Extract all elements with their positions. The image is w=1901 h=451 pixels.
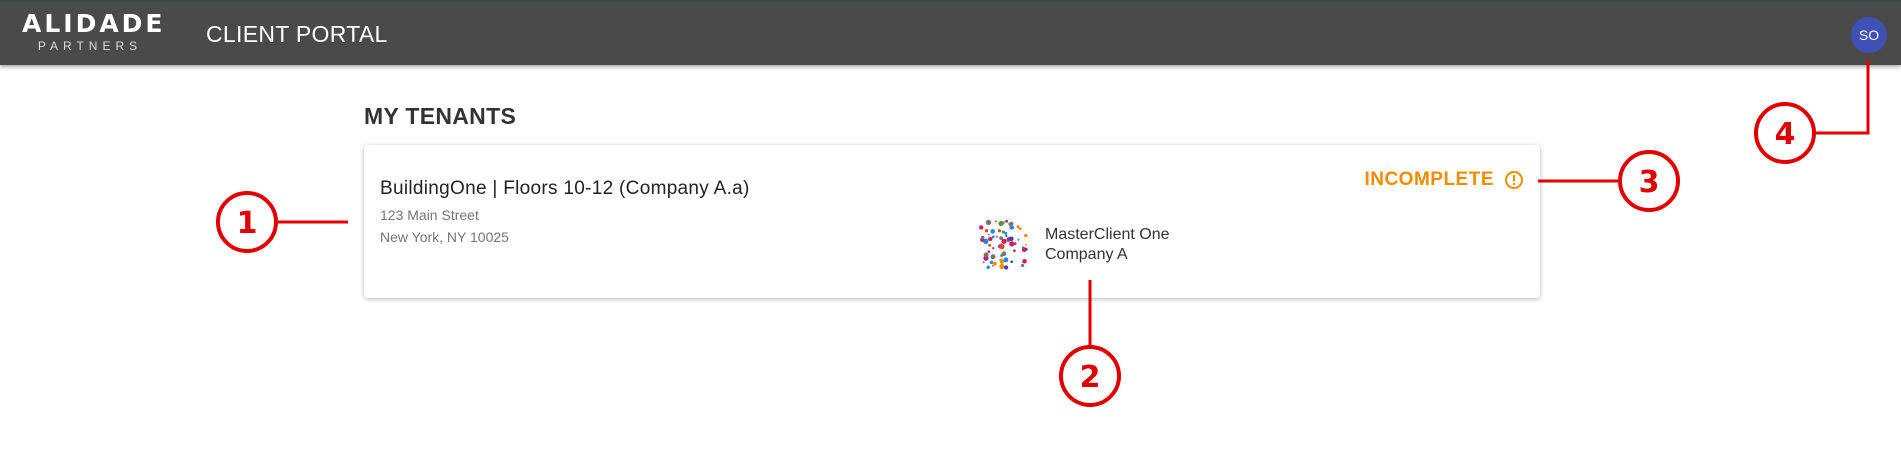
annotation-label-2: 2 [1080,360,1101,395]
annotation-label-4: 4 [1775,117,1796,152]
annotation-overlay: 1 2 3 4 [216,60,1870,407]
annotation-label-3: 3 [1639,165,1660,200]
annotation-label-1: 1 [237,206,258,241]
annotation-line-4 [1814,60,1870,135]
